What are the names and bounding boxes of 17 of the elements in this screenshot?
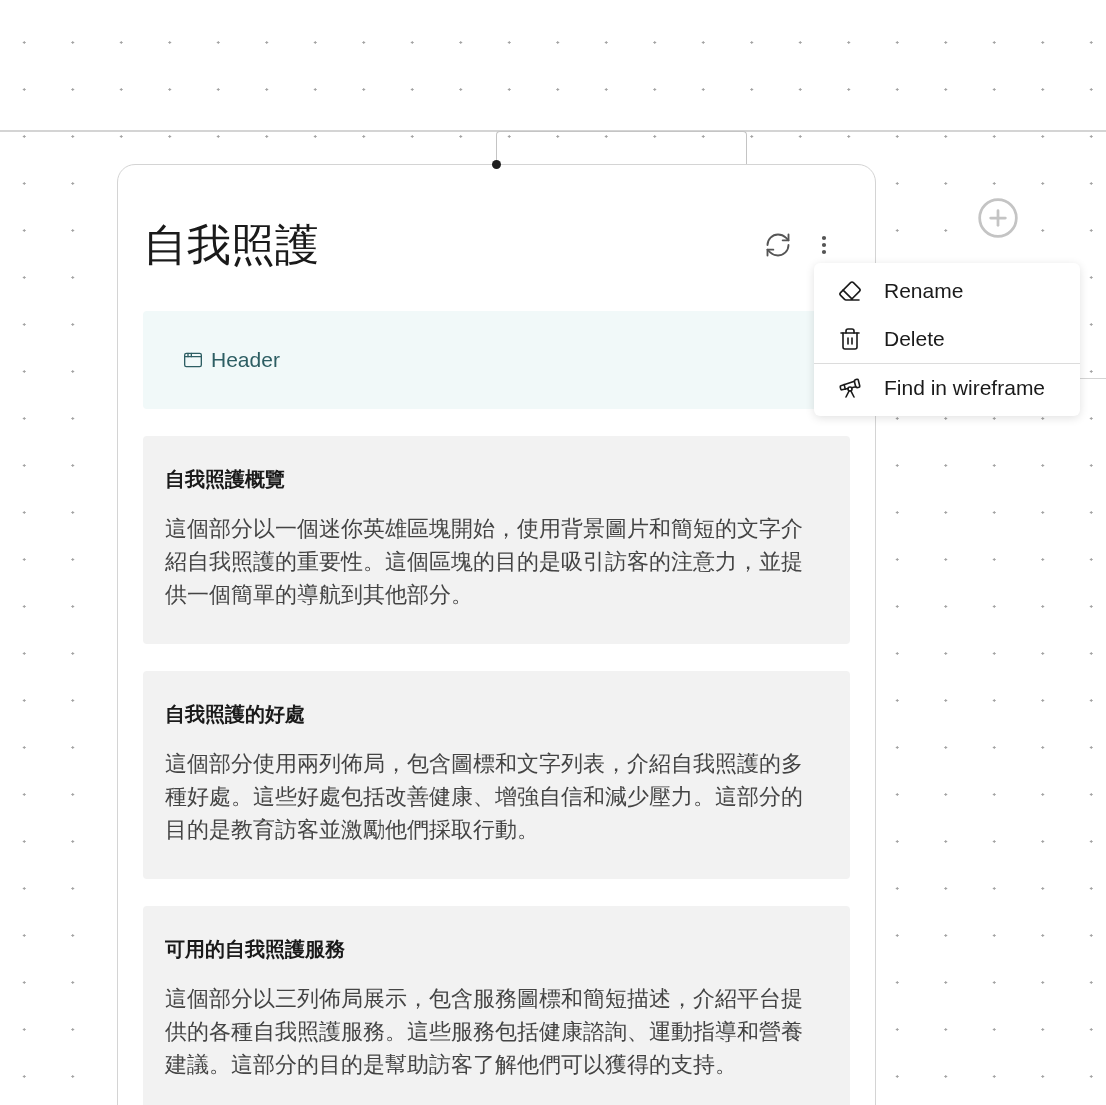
section-title: 自我照護的好處 xyxy=(165,702,306,727)
eraser-icon xyxy=(838,279,862,303)
section-block[interactable]: 自我照護概覽 這個部分以一個迷你英雄區塊開始，使用背景圖片和簡短的文字介紹自我照護的重要性。這個區塊的目的是吸引訪客的注意力，並提供一個簡單的導航到其他部分。 xyxy=(143,436,850,644)
section-block[interactable]: 可用的自我照護服務 這個部分以三列佈局展示，包含服務圖標和簡短描述，介紹平台提供的各種自我照護服務。這些服務包括健康諮詢、運動指導和營養建議。這部分的目的是幫助訪客了解他們可以獲得的支持。 xyxy=(143,906,850,1105)
telescope-icon xyxy=(838,376,862,400)
window-icon xyxy=(183,350,203,370)
trash-icon xyxy=(838,327,862,351)
page-title: 自我照護 xyxy=(143,223,319,267)
section-title: 可用的自我照護服務 xyxy=(165,937,346,962)
section-description: 這個部分使用兩列佈局，包含圖標和文字列表，介紹自我照護的多種好處。這些好處包括改善健康、增強自信和減少壓力。這部分的目的是教育訪客並激勵他們採取行動。 xyxy=(165,750,804,844)
section-title: 自我照護概覽 xyxy=(165,467,286,492)
section-block[interactable]: 自我照護的好處 這個部分使用兩列佈局，包含圖標和文字列表，介紹自我照護的多種好處。這些好處包括改善健康、增強自信和減少壓力。這部分的目的是教育訪客並激勵他們採取行動。 xyxy=(143,671,850,879)
section-description: 這個部分以一個迷你英雄區塊開始，使用背景圖片和簡短的文字介紹自我照護的重要性。這個區塊的目的是吸引訪客的注意力，並提供一個簡單的導航到其他部分。 xyxy=(165,515,804,609)
menu-item[interactable]: Find in wireframe xyxy=(814,364,1080,412)
refresh-icon[interactable] xyxy=(764,231,792,259)
section-description: 這個部分以三列佈局展示，包含服務圖標和簡短描述，介紹平台提供的各種自我照護服務。這些服務包括健康諮詢、運動指導和營養建議。這部分的目的是幫助訪客了解他們可以獲得的支持。 xyxy=(165,985,804,1079)
header-label: Header xyxy=(211,347,280,374)
